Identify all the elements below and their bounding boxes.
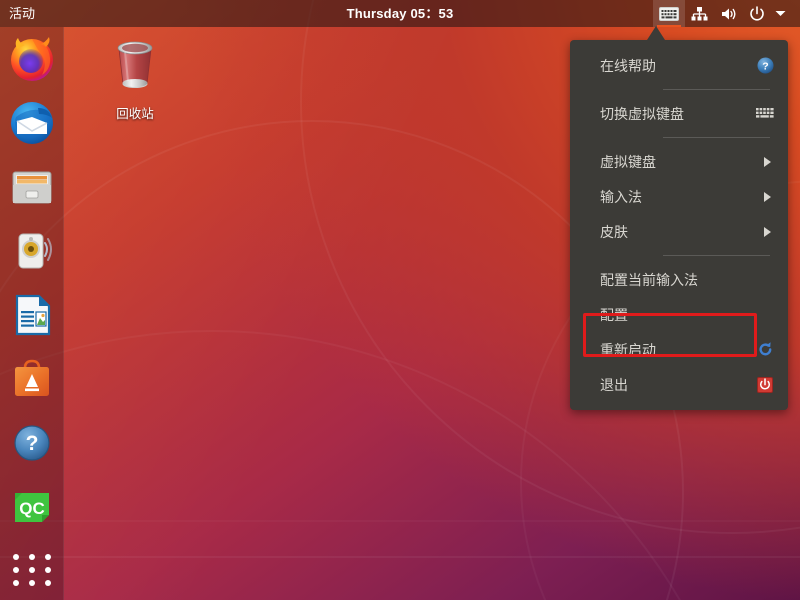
restart-icon bbox=[756, 341, 774, 359]
menu-separator bbox=[663, 137, 770, 138]
menu-pointer-triangle bbox=[647, 26, 665, 40]
help-circle-icon: ? bbox=[756, 57, 774, 75]
tray-system-menu-button[interactable] bbox=[771, 0, 794, 27]
system-tray bbox=[653, 0, 794, 27]
qc-icon: QC bbox=[14, 493, 49, 522]
apps-grid-dot bbox=[12, 566, 19, 573]
files-icon bbox=[12, 171, 51, 204]
exit-power-icon bbox=[756, 376, 774, 394]
menu-item-label: 在线帮助 bbox=[600, 57, 656, 74]
volume-icon bbox=[722, 8, 736, 19]
desktop-screen: 回收站 ? QC 活动 Thursday 05：53 在线帮助 ? 切换虚拟键盘… bbox=[0, 0, 800, 600]
menu-item-label: 配置 bbox=[600, 306, 628, 323]
tray-volume-button[interactable] bbox=[714, 0, 743, 27]
svg-text:?: ? bbox=[762, 60, 768, 72]
rhythmbox-icon bbox=[18, 233, 52, 269]
top-bar: 活动 Thursday 05：53 bbox=[0, 0, 800, 27]
menu-item-label: 虚拟键盘 bbox=[600, 153, 656, 170]
menu-item-label: 切换虚拟键盘 bbox=[600, 105, 684, 122]
help-icon: ? bbox=[13, 425, 50, 461]
apps-grid-dot bbox=[44, 580, 51, 587]
dock-item-libreoffice-writer[interactable] bbox=[8, 291, 56, 339]
activities-button[interactable]: 活动 bbox=[0, 0, 45, 27]
keyboard-icon bbox=[756, 105, 774, 123]
menu-item-label: 输入法 bbox=[600, 188, 642, 205]
menu-item-online-help[interactable]: 在线帮助 ? bbox=[570, 48, 788, 83]
menu-item-label: 皮肤 bbox=[600, 223, 628, 240]
apps-grid-dot bbox=[44, 553, 51, 560]
keyboard-input-icon bbox=[659, 6, 679, 21]
menu-item-virtual-keyboard[interactable]: 虚拟键盘 bbox=[570, 144, 788, 179]
menu-item-label: 退出 bbox=[600, 376, 628, 393]
svg-text:?: ? bbox=[25, 432, 38, 455]
apps-grid-dot bbox=[44, 566, 51, 573]
dock-item-ubuntu-software[interactable] bbox=[8, 355, 56, 403]
menu-item-skin[interactable]: 皮肤 bbox=[570, 214, 788, 249]
submenu-arrow-icon bbox=[764, 191, 771, 202]
dock-item-rhythmbox[interactable] bbox=[8, 227, 56, 275]
trash-icon bbox=[117, 41, 153, 88]
dock-item-qc[interactable]: QC bbox=[8, 483, 56, 531]
apps-grid-dot bbox=[12, 553, 19, 560]
desktop-icon-trash[interactable]: 回收站 bbox=[98, 36, 172, 122]
svg-text:QC: QC bbox=[19, 499, 45, 518]
submenu-arrow-icon bbox=[764, 226, 771, 237]
menu-item-input-method[interactable]: 输入法 bbox=[570, 179, 788, 214]
menu-item-configure-current-input-method[interactable]: 配置当前输入法 bbox=[570, 262, 788, 297]
menu-item-restart[interactable]: 重新启动 bbox=[570, 332, 788, 367]
menu-separator bbox=[663, 89, 770, 90]
dock-item-thunderbird[interactable] bbox=[8, 99, 56, 147]
dock-item-firefox[interactable] bbox=[8, 35, 56, 83]
fcitx-input-method-menu: 在线帮助 ? 切换虚拟键盘 虚拟键盘 输入法 皮肤 配置当前输入法 配置 重新启… bbox=[570, 40, 788, 410]
ubuntu-software-icon bbox=[14, 359, 49, 396]
tray-keyboard-input-button[interactable] bbox=[653, 0, 685, 27]
menu-item-configure[interactable]: 配置 bbox=[570, 297, 788, 332]
firefox-icon bbox=[10, 37, 53, 81]
network-icon bbox=[691, 6, 708, 20]
menu-item-exit[interactable]: 退出 bbox=[570, 367, 788, 402]
menu-separator bbox=[663, 255, 770, 256]
submenu-arrow-icon bbox=[764, 156, 771, 167]
chevron-down-icon bbox=[775, 11, 786, 16]
desktop-icon-label: 回收站 bbox=[116, 107, 154, 121]
menu-item-label: 重新启动 bbox=[600, 341, 656, 358]
tray-network-button[interactable] bbox=[685, 0, 714, 27]
apps-grid-dot bbox=[28, 553, 35, 560]
dock-item-files[interactable] bbox=[8, 163, 56, 211]
libreoffice-writer-icon bbox=[15, 294, 50, 336]
dock-item-help[interactable]: ? bbox=[8, 419, 56, 467]
power-icon bbox=[750, 5, 764, 20]
menu-item-toggle-virtual-keyboard[interactable]: 切换虚拟键盘 bbox=[570, 96, 788, 131]
dock: ? QC bbox=[0, 27, 64, 600]
apps-grid-dot bbox=[28, 566, 35, 573]
thunderbird-icon bbox=[10, 102, 53, 144]
apps-grid-dot bbox=[12, 580, 19, 587]
menu-item-label: 配置当前输入法 bbox=[600, 271, 698, 288]
tray-power-button[interactable] bbox=[743, 0, 771, 27]
show-applications-button[interactable] bbox=[8, 550, 56, 590]
apps-grid-dot bbox=[28, 580, 35, 587]
